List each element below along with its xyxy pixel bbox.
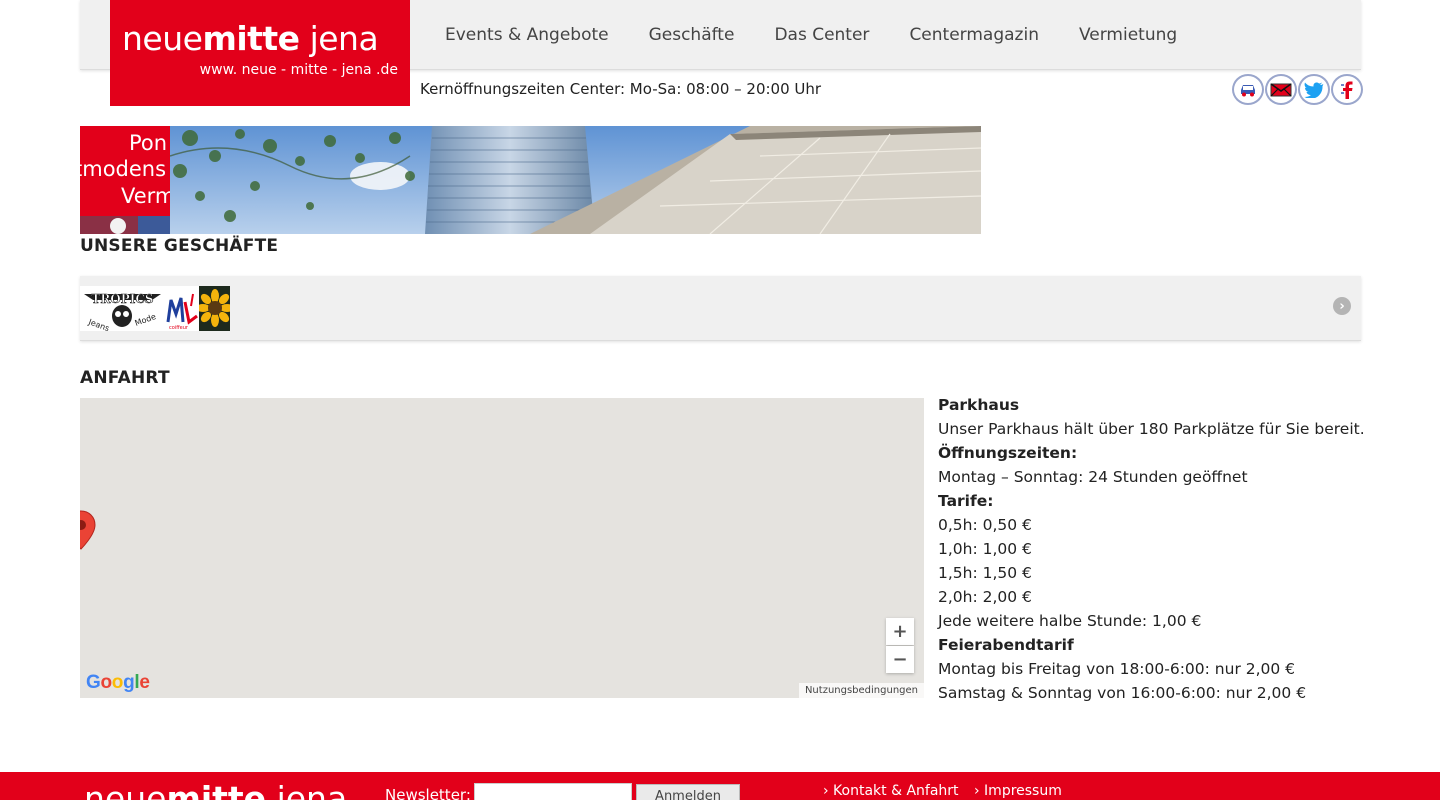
carousel-next-button[interactable]: ›	[1333, 297, 1351, 315]
shop-logo-sunflower[interactable]	[199, 286, 230, 331]
footer-link-kontakt[interactable]: › Kontakt & Anfahrt	[823, 783, 959, 799]
logo-url: www. neue - mitte - jena .de	[199, 62, 398, 78]
car-icon[interactable]	[1232, 74, 1264, 105]
footer-logo[interactable]: neuemitte jena	[84, 782, 347, 800]
social-links	[1232, 74, 1363, 105]
shop-logo-coiffeur-text: coiffeur	[169, 325, 189, 331]
map-marker-icon[interactable]	[80, 510, 96, 550]
banner-text-line-2: tmodens	[80, 157, 167, 181]
banner-photo-tower	[170, 126, 981, 234]
parking-hours: Montag – Sonntag: 24 Stunden geöffnet	[938, 468, 1248, 486]
main-nav: Events & Angebote Geschäfte Das Center C…	[425, 0, 1197, 70]
parking-tariffs-title: Tarife:	[938, 492, 994, 510]
logo-wordmark: neuemitte jena	[122, 19, 379, 58]
site-logo[interactable]: neuemitte jena www. neue - mitte - jena …	[110, 0, 410, 106]
parking-info: Parkhaus Unser Parkhaus hält über 180 Pa…	[938, 393, 1378, 705]
map-zoom-in-button[interactable]: +	[886, 618, 914, 645]
nav-item-vermietung[interactable]: Vermietung	[1059, 25, 1197, 45]
banner-text-line-1: Pon	[129, 131, 168, 155]
nav-item-geschaefte[interactable]: Geschäfte	[629, 25, 755, 45]
nav-item-centermagazin[interactable]: Centermagazin	[889, 25, 1059, 45]
newsletter-subscribe-button[interactable]: Anmelden	[636, 784, 740, 800]
shops-section-title: UNSERE GESCHÄFTE	[80, 236, 279, 256]
parking-hours-title: Öffnungszeiten:	[938, 444, 1078, 462]
shop-logo-tropics[interactable]: TROPICS Jeans Mode	[80, 286, 165, 331]
footer-link-impressum[interactable]: › Impressum	[974, 783, 1062, 799]
parking-evening-item: Samstag & Sonntag von 16:00-6:00: nur 2,…	[938, 684, 1307, 702]
facebook-icon[interactable]	[1331, 74, 1363, 105]
site-footer: neuemitte jena Newsletter: Anmelden › Ko…	[0, 772, 1440, 800]
newsletter-label: Newsletter:	[385, 786, 471, 800]
banner-blue-block	[138, 216, 170, 234]
newsletter-email-input[interactable]	[474, 783, 632, 800]
parking-tariff-item: 2,0h: 2,00 €	[938, 588, 1032, 606]
parking-title: Parkhaus	[938, 396, 1020, 414]
anfahrt-section-title: ANFAHRT	[80, 368, 170, 388]
opening-hours: Kernöffnungszeiten Center: Mo-Sa: 08:00 …	[420, 80, 822, 98]
banner-round-icon	[110, 218, 126, 234]
parking-intro: Unser Parkhaus hält über 180 Parkplätze …	[938, 420, 1365, 438]
twitter-icon[interactable]	[1298, 74, 1330, 105]
parking-evening-title: Feierabendtarif	[938, 636, 1074, 654]
mail-icon[interactable]	[1265, 74, 1297, 105]
google-map[interactable]: Google + − Nutzungsbedingungen	[80, 398, 924, 698]
banner-ad-panel: Pon tmodens Verm	[80, 126, 170, 234]
parking-tariff-item: 0,5h: 0,50 €	[938, 516, 1032, 534]
parking-extra-tariff: Jede weitere halbe Stunde: 1,00 €	[938, 612, 1202, 630]
parking-evening-item: Montag bis Freitag von 18:00-6:00: nur 2…	[938, 660, 1296, 678]
map-zoom-out-button[interactable]: −	[886, 646, 914, 673]
hero-banner[interactable]: Pon tmodens Verm	[80, 126, 981, 234]
nav-item-center[interactable]: Das Center	[754, 25, 889, 45]
map-terms-link[interactable]: Nutzungsbedingungen	[798, 683, 924, 698]
shops-carousel: TROPICS Jeans Mode coiffeur	[80, 276, 1361, 341]
banner-ad-footer	[80, 216, 170, 234]
shop-logos-strip: TROPICS Jeans Mode coiffeur	[80, 286, 230, 331]
banner-text-line-3: Verm	[121, 184, 170, 208]
google-logo: Google	[86, 672, 150, 693]
parking-tariff-item: 1,0h: 1,00 €	[938, 540, 1032, 558]
nav-item-events[interactable]: Events & Angebote	[425, 25, 629, 45]
shop-logo-coiffeur[interactable]: coiffeur	[165, 286, 199, 331]
shop-logo-tropics-text: TROPICS	[91, 292, 153, 306]
parking-tariff-item: 1,5h: 1,50 €	[938, 564, 1032, 582]
